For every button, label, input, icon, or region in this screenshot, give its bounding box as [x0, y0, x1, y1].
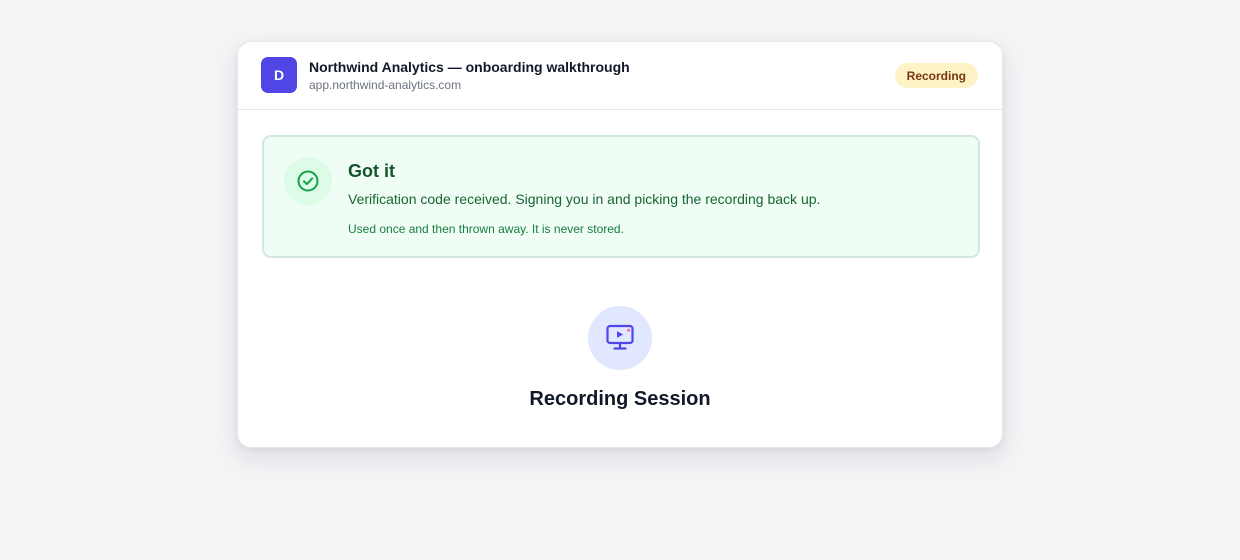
status-badge: Recording [894, 63, 978, 88]
app-title: Northwind Analytics — onboarding walkthr… [309, 59, 630, 75]
app-url: app.northwind-analytics.com [309, 78, 462, 92]
alert-message: Verification code received. Signing you … [348, 191, 821, 207]
app-avatar: D [261, 57, 297, 93]
success-alert: Got it Verification code received. Signi… [262, 135, 980, 258]
monitor-play-icon [588, 306, 652, 370]
session-title: Recording Session [529, 388, 711, 410]
alert-note: Used once and then thrown away. It is ne… [348, 222, 624, 236]
alert-title: Got it [348, 161, 395, 181]
check-circle-icon [284, 157, 332, 205]
card-header: D Northwind Analytics — onboarding walkt… [238, 42, 1002, 110]
session-card: D Northwind Analytics — onboarding walkt… [237, 41, 1003, 448]
